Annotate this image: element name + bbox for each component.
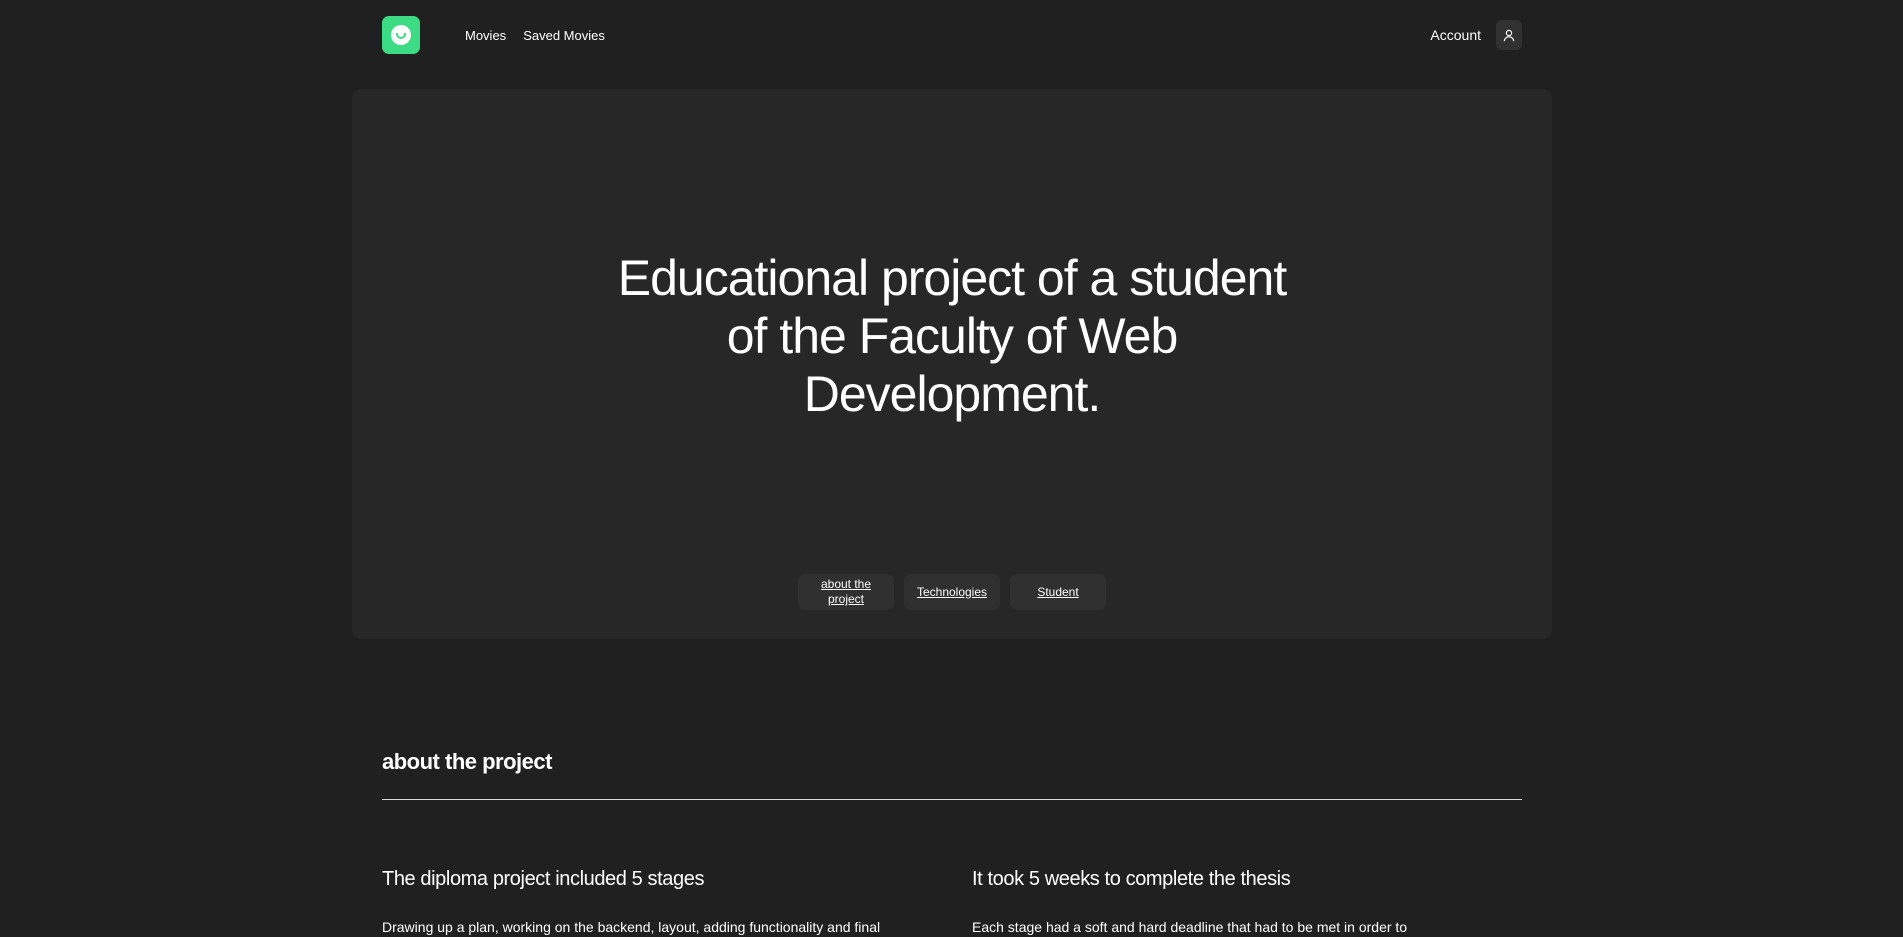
- nav-link-saved-movies[interactable]: Saved Movies: [523, 28, 605, 43]
- user-icon: [1496, 20, 1522, 50]
- hero-banner: Educational project of a student of the …: [352, 89, 1552, 639]
- section-divider: [382, 799, 1522, 800]
- hero-nav: about the project Technologies Student: [798, 574, 1106, 610]
- hero-title: Educational project of a student of the …: [617, 250, 1287, 422]
- nav-link-movies[interactable]: Movies: [465, 28, 506, 43]
- main-nav: Movies Saved Movies: [465, 28, 605, 43]
- about-column-heading: It took 5 weeks to complete the thesis: [972, 868, 1291, 890]
- about-column-stages: The diploma project included 5 stages Dr…: [382, 868, 932, 937]
- about-section-title: about the project: [382, 749, 552, 774]
- about-column-heading: The diploma project included 5 stages: [382, 868, 705, 890]
- site-header: Movies Saved Movies Account: [382, 16, 1522, 56]
- hero-link-about-project[interactable]: about the project: [798, 574, 894, 610]
- hero-link-technologies[interactable]: Technologies: [904, 574, 1000, 610]
- account-label: Account: [1430, 27, 1481, 43]
- hero-link-student[interactable]: Student: [1010, 574, 1106, 610]
- about-column-text: Each stage had a soft and hard deadline …: [972, 919, 1408, 935]
- smile-logo-icon[interactable]: [382, 16, 420, 54]
- about-column-weeks: It took 5 weeks to complete the thesis E…: [972, 868, 1522, 937]
- about-column-text: Drawing up a plan, working on the backen…: [382, 919, 881, 935]
- account-button[interactable]: Account: [1430, 20, 1522, 50]
